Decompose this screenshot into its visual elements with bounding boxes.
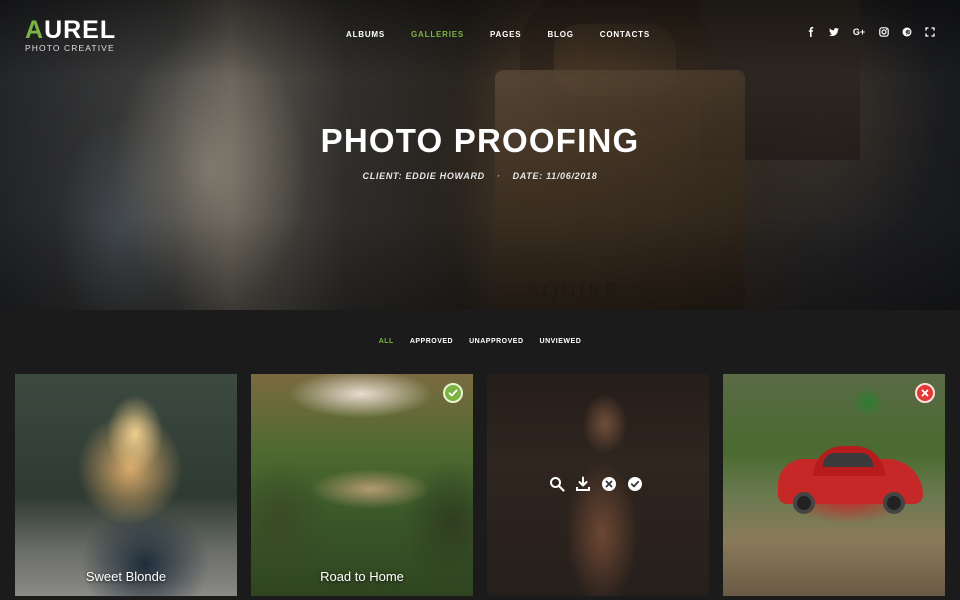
tile-caption: Road to Home: [320, 569, 404, 584]
instagram-icon[interactable]: [879, 27, 889, 37]
facebook-icon[interactable]: [806, 27, 816, 37]
date-label: DATE: 11/06/2018: [512, 171, 598, 181]
filter-approved[interactable]: APPROVED: [410, 338, 453, 345]
tile-actions: [549, 476, 643, 492]
search-icon[interactable]: [549, 476, 565, 492]
approved-badge-icon[interactable]: [443, 383, 463, 403]
filter-unapproved[interactable]: UNAPPROVED: [469, 338, 523, 345]
social-links: G+: [806, 27, 935, 37]
client-label: CLIENT: EDDIE HOWARD: [362, 171, 485, 181]
nav-item-blog[interactable]: BLOG: [547, 30, 573, 39]
rejected-badge-icon[interactable]: [915, 383, 935, 403]
filter-unviewed[interactable]: UNVIEWED: [540, 338, 582, 345]
logo-tagline: PHOTO CREATIVE: [25, 43, 115, 53]
hero-meta: CLIENT: EDDIE HOWARD · DATE: 11/06/2018: [0, 171, 960, 181]
car-window-shape: [823, 453, 873, 467]
nav-item-galleries[interactable]: GALLERIES: [411, 30, 464, 39]
gallery-tile[interactable]: Sweet Blonde: [15, 374, 237, 596]
gallery-tile[interactable]: [487, 374, 709, 596]
nav-item-pages[interactable]: PAGES: [490, 30, 521, 39]
hero-background-lock: [495, 70, 745, 310]
car-wheel: [793, 492, 815, 514]
approve-icon[interactable]: [627, 476, 643, 492]
fullscreen-icon[interactable]: [925, 27, 935, 37]
car-wheel: [883, 492, 905, 514]
page-title: PHOTO PROOFING: [320, 122, 640, 159]
logo-wordmark: AUREL: [25, 17, 116, 43]
hero-engraving: SQUIRE: [528, 278, 620, 303]
pinterest-icon[interactable]: [902, 27, 912, 37]
gallery-tile[interactable]: Road to Home: [251, 374, 473, 596]
google-plus-icon[interactable]: G+: [852, 27, 866, 37]
nav-item-contacts[interactable]: CONTACTS: [600, 30, 650, 39]
hero-background-shackle: [520, 0, 710, 130]
nav-item-albums[interactable]: ALBUMS: [346, 30, 385, 39]
download-icon[interactable]: [575, 476, 591, 492]
logo-accent-letter: A: [25, 16, 45, 44]
tile-caption: Sweet Blonde: [85, 569, 167, 584]
reject-icon[interactable]: [601, 476, 617, 492]
gallery-tile[interactable]: [723, 374, 945, 596]
meta-separator: ·: [496, 171, 501, 181]
logo[interactable]: AUREL PHOTO CREATIVE: [25, 17, 116, 53]
gallery-filters: ALL APPROVED UNAPPROVED UNVIEWED: [0, 338, 960, 345]
filter-all[interactable]: ALL: [379, 338, 394, 345]
logo-rest: UREL: [44, 16, 117, 44]
main-nav: ALBUMS GALLERIES PAGES BLOG CONTACTS: [346, 30, 676, 39]
twitter-icon[interactable]: [829, 27, 839, 37]
